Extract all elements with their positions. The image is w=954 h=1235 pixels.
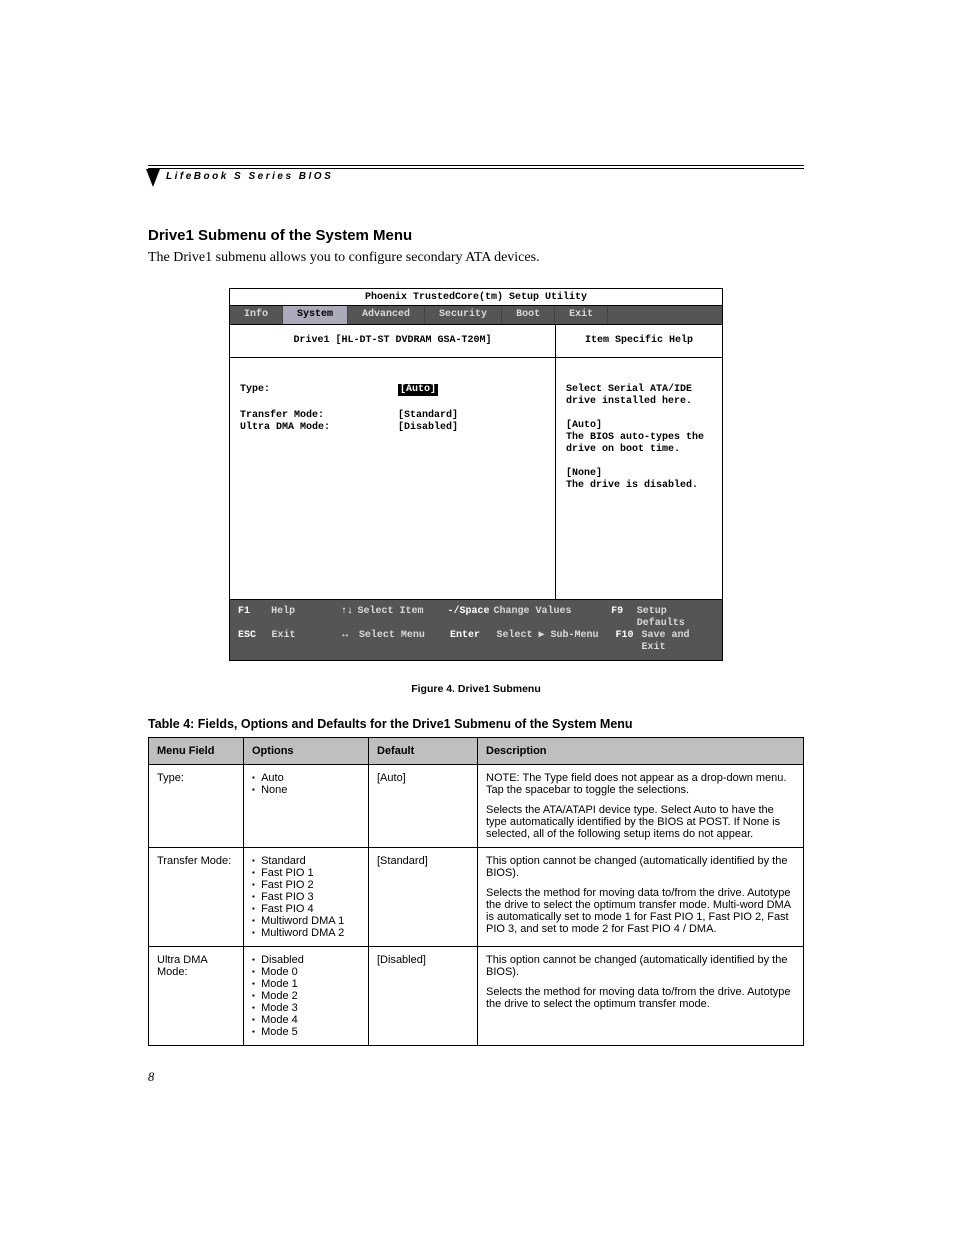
cell-description: This option cannot be changed (automatic… — [478, 947, 804, 1046]
bios-field-row[interactable]: Transfer Mode:[Standard] — [240, 410, 545, 422]
list-item: Fast PIO 4 — [252, 903, 360, 915]
list-item: Fast PIO 2 — [252, 879, 360, 891]
bios-field-row[interactable]: Ultra DMA Mode:[Disabled] — [240, 422, 545, 434]
th-menufield: Menu Field — [149, 738, 244, 765]
footer-label-submenu: Select ▶ Sub-Menu — [496, 630, 615, 654]
list-item: Mode 2 — [252, 990, 360, 1002]
table-row: Transfer Mode:StandardFast PIO 1Fast PIO… — [149, 848, 804, 947]
description-paragraph: This option cannot be changed (automatic… — [486, 855, 795, 879]
bios-field-label: Type: — [240, 384, 398, 396]
th-default: Default — [369, 738, 478, 765]
page-header-rule: LifeBook S Series BIOS — [148, 165, 804, 189]
list-item: None — [252, 784, 360, 796]
footer-key-f10: F10 — [615, 630, 641, 654]
footer-key-updown: ↑↓ — [341, 606, 358, 630]
cell-menufield: Transfer Mode: — [149, 848, 244, 947]
list-item: Mode 3 — [252, 1002, 360, 1014]
footer-label-selectmenu: Select Menu — [359, 630, 450, 654]
list-item: Mode 1 — [252, 978, 360, 990]
bios-help-panel: Item Specific Help Select Serial ATA/IDE… — [556, 325, 722, 599]
footer-label-help: Help — [271, 606, 341, 630]
list-item: Multiword DMA 2 — [252, 927, 360, 939]
cell-default: [Auto] — [369, 765, 478, 848]
list-item: Fast PIO 1 — [252, 867, 360, 879]
description-paragraph: Selects the method for moving data to/fr… — [486, 986, 795, 1010]
th-options: Options — [244, 738, 369, 765]
cell-default: [Standard] — [369, 848, 478, 947]
bios-submenu-header: Drive1 [HL-DT-ST DVDRAM GSA-T20M] — [230, 325, 555, 358]
bios-tab-boot[interactable]: Boot — [502, 306, 555, 324]
bios-main-panel: Drive1 [HL-DT-ST DVDRAM GSA-T20M] Type:[… — [230, 325, 556, 599]
bios-help-line — [566, 456, 712, 468]
footer-label-setupdefaults: Setup Defaults — [637, 606, 714, 630]
bios-help-line: drive installed here. — [566, 396, 712, 408]
bios-field-label: Ultra DMA Mode: — [240, 422, 398, 434]
footer-key-space: -/Space — [448, 606, 494, 630]
description-paragraph: This option cannot be changed (automatic… — [486, 954, 795, 978]
bios-tab-exit[interactable]: Exit — [555, 306, 608, 324]
bios-help-line: drive on boot time. — [566, 444, 712, 456]
list-item: Multiword DMA 1 — [252, 915, 360, 927]
bios-tab-security[interactable]: Security — [425, 306, 502, 324]
bios-help-line: Select Serial ATA/IDE — [566, 384, 712, 396]
bios-help-title: Item Specific Help — [556, 325, 722, 358]
bios-field-value[interactable]: [Auto] — [398, 384, 438, 396]
figure-caption: Figure 4. Drive1 Submenu — [148, 683, 804, 695]
list-item: Mode 0 — [252, 966, 360, 978]
list-item: Fast PIO 3 — [252, 891, 360, 903]
page-number: 8 — [148, 1070, 154, 1085]
bios-field-label: Transfer Mode: — [240, 410, 398, 422]
bios-tab-info[interactable]: Info — [230, 306, 283, 324]
table-row: Ultra DMA Mode:DisabledMode 0Mode 1Mode … — [149, 947, 804, 1046]
footer-label-saveexit: Save and Exit — [641, 630, 714, 654]
table-row: Type:AutoNone[Auto]NOTE: The Type field … — [149, 765, 804, 848]
bios-tab-system[interactable]: System — [283, 306, 348, 324]
bios-title: Phoenix TrustedCore(tm) Setup Utility — [230, 289, 722, 305]
list-item: Mode 4 — [252, 1014, 360, 1026]
bios-help-line: The BIOS auto-types the — [566, 432, 712, 444]
cell-menufield: Type: — [149, 765, 244, 848]
list-item: Mode 5 — [252, 1026, 360, 1038]
cell-default: [Disabled] — [369, 947, 478, 1046]
bios-field-row[interactable]: Type:[Auto] — [240, 384, 545, 396]
section-intro: The Drive1 submenu allows you to configu… — [148, 250, 804, 266]
bios-tab-bar: InfoSystemAdvancedSecurityBootExit — [230, 305, 722, 325]
cell-options: DisabledMode 0Mode 1Mode 2Mode 3Mode 4Mo… — [244, 947, 369, 1046]
cell-menufield: Ultra DMA Mode: — [149, 947, 244, 1046]
footer-label-changevalues: Change Values — [493, 606, 611, 630]
footer-key-enter: Enter — [450, 630, 496, 654]
cell-options: StandardFast PIO 1Fast PIO 2Fast PIO 3Fa… — [244, 848, 369, 947]
list-item: Standard — [252, 855, 360, 867]
cell-description: This option cannot be changed (automatic… — [478, 848, 804, 947]
description-paragraph: NOTE: The Type field does not appear as … — [486, 772, 795, 796]
cell-options: AutoNone — [244, 765, 369, 848]
footer-key-leftright: ↔ — [342, 630, 359, 654]
header-triangle-icon — [146, 169, 160, 187]
bios-help-line: [None] — [566, 468, 712, 480]
description-paragraph: Selects the method for moving data to/fr… — [486, 887, 795, 935]
bios-help-line — [566, 408, 712, 420]
footer-label-exit: Exit — [271, 630, 342, 654]
footer-key-f9: F9 — [611, 606, 637, 630]
bios-screenshot: Phoenix TrustedCore(tm) Setup Utility In… — [229, 288, 723, 661]
footer-label-selectitem: Select Item — [357, 606, 447, 630]
list-item: Auto — [252, 772, 360, 784]
bios-footer: F1 Help ↑↓ Select Item -/Space Change Va… — [230, 599, 722, 660]
footer-key-f1: F1 — [238, 606, 271, 630]
bios-help-line: The drive is disabled. — [566, 480, 712, 492]
options-table: Menu Field Options Default Description T… — [148, 737, 804, 1046]
description-paragraph: Selects the ATA/ATAPI device type. Selec… — [486, 804, 795, 840]
th-description: Description — [478, 738, 804, 765]
list-item: Disabled — [252, 954, 360, 966]
bios-field-value[interactable]: [Standard] — [398, 410, 458, 422]
bios-help-line: [Auto] — [566, 420, 712, 432]
section-title: Drive1 Submenu of the System Menu — [148, 227, 804, 244]
table-caption: Table 4: Fields, Options and Defaults fo… — [148, 717, 804, 731]
bios-field-value[interactable]: [Disabled] — [398, 422, 458, 434]
cell-description: NOTE: The Type field does not appear as … — [478, 765, 804, 848]
bios-tab-advanced[interactable]: Advanced — [348, 306, 425, 324]
footer-key-esc: ESC — [238, 630, 271, 654]
